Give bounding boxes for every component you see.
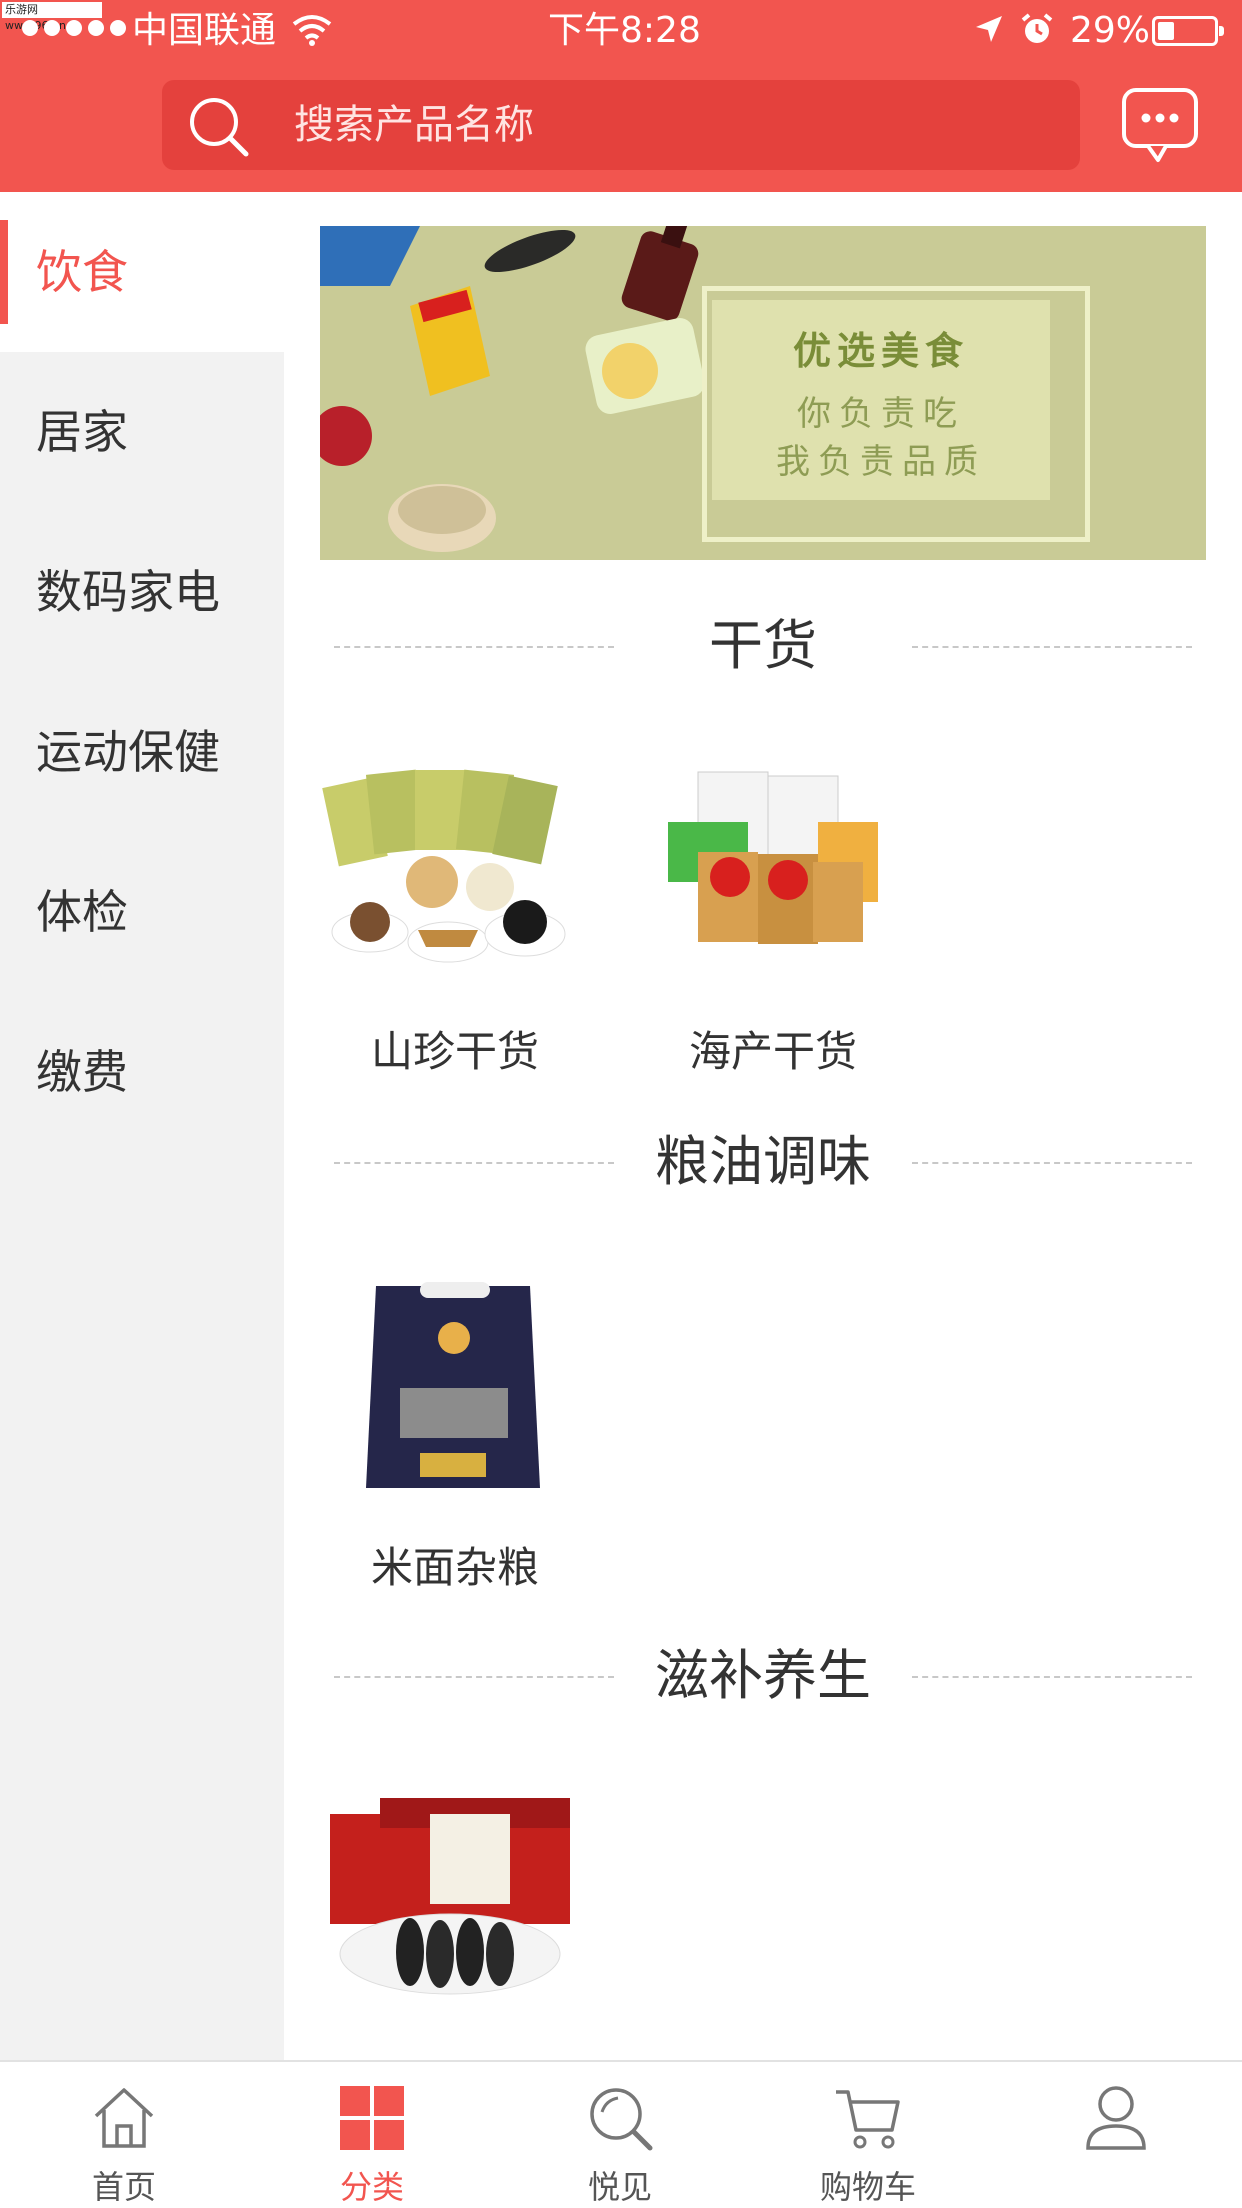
sidebar-item-label: 体检 bbox=[36, 885, 128, 939]
item-label: 海产干货 bbox=[688, 1027, 857, 1076]
category-item-mountain-goods[interactable]: 山珍干货 bbox=[320, 762, 590, 1082]
tab-profile[interactable] bbox=[992, 2062, 1240, 2208]
sidebar-item-label: 饮食 bbox=[36, 245, 128, 299]
product-image bbox=[330, 1798, 570, 1995]
category-content: 优选美食 你负责吃 我负责品质 干货 山珍干货 海产干货 粮油调味 米面杂粮 滋… bbox=[284, 192, 1242, 2060]
search-icon bbox=[190, 98, 249, 157]
tab-category[interactable]: 分类 bbox=[248, 2062, 496, 2208]
sidebar-item-label: 缴费 bbox=[36, 1045, 128, 1099]
battery-percentage: 29% bbox=[1070, 10, 1151, 51]
item-label: 山珍干货 bbox=[370, 1027, 539, 1076]
section-title: 滋补养生 bbox=[655, 1644, 871, 1707]
status-bar: 乐游网 www.962.net 中国联通 下午8:28 29% bbox=[0, 0, 1242, 62]
app-header: 乐游网 www.962.net 中国联通 下午8:28 29% 搜索产品名称 bbox=[0, 0, 1242, 192]
section-title: 粮油调味 bbox=[655, 1130, 871, 1193]
sidebar-item-label: 数码家电 bbox=[36, 565, 220, 619]
category-item-grains[interactable]: 米面杂粮 bbox=[320, 1278, 590, 1598]
sidebar-item-sports-health[interactable]: 运动保健 bbox=[0, 672, 284, 832]
cart-icon bbox=[836, 2090, 900, 2149]
tab-label: 分类 bbox=[339, 2168, 404, 2206]
section-title: 干货 bbox=[709, 614, 817, 677]
tab-cart[interactable]: 购物车 bbox=[744, 2062, 992, 2208]
status-time: 下午8:28 bbox=[548, 10, 701, 51]
section-header: 干货 bbox=[320, 606, 1206, 686]
category-grid-icon bbox=[340, 2086, 404, 2150]
tab-label: 购物车 bbox=[819, 2168, 916, 2206]
sidebar-item-home[interactable]: 居家 bbox=[0, 352, 284, 512]
promo-banner[interactable]: 优选美食 你负责吃 我负责品质 bbox=[320, 226, 1206, 560]
search-bar[interactable]: 搜索产品名称 bbox=[162, 80, 1080, 170]
alarm-icon bbox=[1021, 13, 1053, 43]
section-header: 粮油调味 bbox=[320, 1122, 1206, 1202]
category-sidebar: 饮食 居家 数码家电 运动保健 体检 缴费 bbox=[0, 192, 284, 2060]
sidebar-item-electronics[interactable]: 数码家电 bbox=[0, 512, 284, 672]
bottom-tab-bar: 首页 分类 悦见 购物车 bbox=[0, 2060, 1242, 2208]
watermark-label: 乐游网 www.962.net bbox=[2, 2, 102, 32]
carrier-name: 中国联通 bbox=[132, 10, 277, 51]
user-icon bbox=[1086, 2086, 1146, 2150]
wifi-icon bbox=[292, 15, 332, 46]
tab-home[interactable]: 首页 bbox=[0, 2062, 248, 2208]
banner-title: 优选美食 bbox=[792, 329, 969, 373]
sidebar-item-label: 居家 bbox=[36, 405, 128, 459]
item-label: 米面杂粮 bbox=[370, 1543, 539, 1592]
signal-strength-icon bbox=[22, 20, 126, 36]
product-image bbox=[322, 769, 566, 963]
tab-discover[interactable]: 悦见 bbox=[496, 2062, 744, 2208]
banner-slogan-line: 你负责吃 bbox=[797, 394, 965, 434]
product-image bbox=[668, 771, 878, 944]
product-image bbox=[366, 1282, 540, 1488]
tab-label: 首页 bbox=[91, 2168, 156, 2206]
discover-icon bbox=[590, 2088, 653, 2151]
active-indicator bbox=[0, 220, 8, 324]
sidebar-item-label: 运动保健 bbox=[36, 725, 220, 779]
sidebar-item-checkup[interactable]: 体检 bbox=[0, 832, 284, 992]
category-item-tonic[interactable] bbox=[320, 1794, 590, 2060]
category-item-seafood-goods[interactable]: 海产干货 bbox=[638, 762, 908, 1082]
battery-icon bbox=[1152, 16, 1224, 46]
search-placeholder: 搜索产品名称 bbox=[294, 102, 534, 148]
tab-label: 悦见 bbox=[587, 2168, 652, 2206]
location-arrow-icon bbox=[976, 16, 1002, 42]
sidebar-item-payments[interactable]: 缴费 bbox=[0, 992, 284, 1152]
sidebar-item-food[interactable]: 饮食 bbox=[0, 192, 284, 352]
message-icon[interactable] bbox=[1120, 84, 1200, 164]
home-icon bbox=[94, 2088, 154, 2148]
banner-slogan-line: 我负责品质 bbox=[776, 442, 986, 482]
section-header: 滋补养生 bbox=[320, 1636, 1206, 1716]
